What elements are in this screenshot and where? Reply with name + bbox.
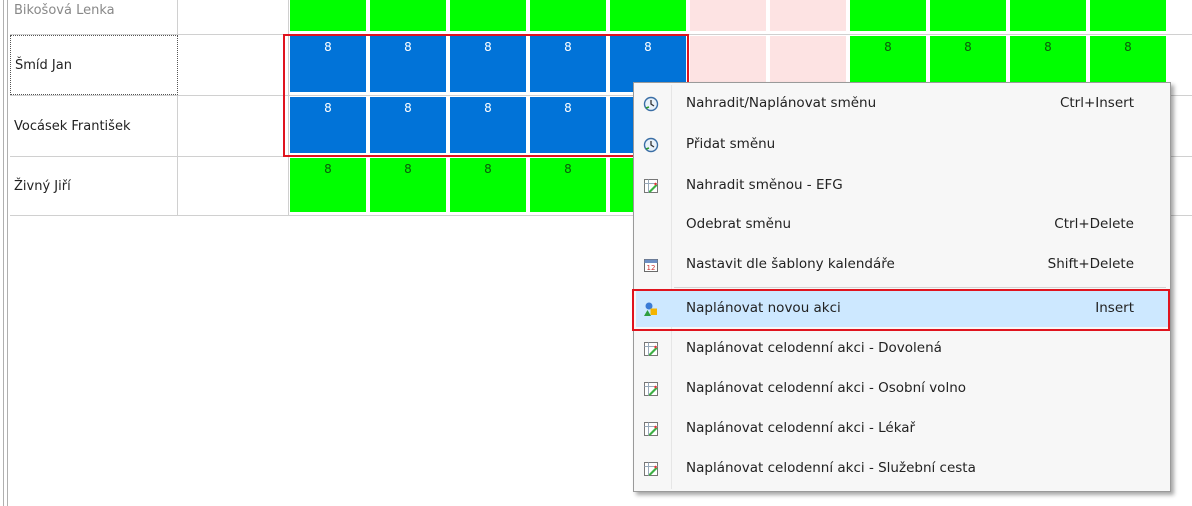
shift-cell[interactable] [610, 0, 686, 31]
edit-table-icon [642, 460, 660, 478]
clock-add-icon [642, 136, 660, 154]
shift-cell[interactable] [450, 0, 526, 31]
shift-cell[interactable] [770, 0, 846, 31]
shift-cell[interactable]: 8 [450, 97, 526, 153]
menu-item-label: Přidat směnu [686, 136, 776, 152]
shift-cell[interactable]: 8 [370, 158, 446, 212]
menu-item-schedule-new-action[interactable]: Naplánovat novou akci Insert [636, 291, 1168, 327]
menu-item-label: Naplánovat celodenní akci - Služební ces… [686, 460, 976, 476]
empty-column-cell [178, 35, 289, 95]
empty-column-cell [178, 157, 289, 215]
calendar-icon: 12 [642, 256, 660, 274]
shift-cell[interactable] [930, 0, 1006, 31]
menu-item-label: Odebrat směnu [686, 216, 792, 232]
menu-item-all-day-business-trip[interactable]: Naplánovat celodenní akci - Služební ces… [636, 451, 1168, 487]
edit-table-icon [642, 380, 660, 398]
menu-item-shortcut: Ctrl+Delete [1054, 216, 1134, 232]
menu-item-set-by-calendar-template[interactable]: 12 Nastavit dle šablony kalendáře Shift+… [636, 247, 1168, 283]
edit-table-icon [642, 177, 660, 195]
employee-name: Bikošová Lenka [10, 0, 178, 34]
empty-column-cell [178, 0, 289, 34]
shift-cell[interactable]: 8 [530, 97, 606, 153]
edit-table-icon [642, 340, 660, 358]
menu-item-replace-schedule-shift[interactable]: Nahradit/Naplánovat směnu Ctrl+Insert [636, 86, 1168, 122]
menu-item-add-shift[interactable]: Přidat směnu [636, 127, 1168, 163]
menu-item-remove-shift[interactable]: Odebrat směnu Ctrl+Delete [636, 207, 1168, 243]
svg-text:12: 12 [647, 264, 656, 272]
menu-item-label: Nastavit dle šablony kalendáře [686, 256, 895, 272]
menu-item-label: Naplánovat celodenní akci - Lékař [686, 420, 916, 436]
table-row[interactable]: Bikošová Lenka [10, 0, 1192, 35]
shift-cell[interactable]: 8 [370, 36, 446, 92]
menu-item-shortcut: Ctrl+Insert [1059, 95, 1134, 111]
shift-cell[interactable]: 8 [530, 158, 606, 212]
shift-cell[interactable]: 8 [450, 158, 526, 212]
menu-separator [674, 287, 1166, 288]
shift-cell[interactable]: 8 [290, 97, 366, 153]
shapes-icon [642, 300, 660, 318]
shift-cell[interactable]: 8 [290, 158, 366, 212]
edit-table-icon [642, 420, 660, 438]
menu-item-shortcut: Shift+Delete [1047, 256, 1134, 272]
menu-item-label: Naplánovat celodenní akci - Dovolená [686, 340, 942, 356]
empty-column-cell [178, 96, 289, 156]
shift-cell[interactable] [690, 0, 766, 31]
shift-cell[interactable]: 8 [450, 36, 526, 92]
menu-item-label: Nahradit/Naplánovat směnu [686, 95, 877, 111]
shift-cell[interactable] [290, 0, 366, 31]
menu-item-replace-with-efg[interactable]: Nahradit směnou - EFG [636, 168, 1168, 204]
shift-cell[interactable]: 8 [530, 36, 606, 92]
shift-cell[interactable]: 8 [290, 36, 366, 92]
shift-cell[interactable] [850, 0, 926, 31]
shift-cell[interactable] [1090, 0, 1166, 31]
shift-cell[interactable] [530, 0, 606, 31]
menu-item-all-day-personal-leave[interactable]: Naplánovat celodenní akci - Osobní volno [636, 371, 1168, 407]
menu-item-label: Naplánovat celodenní akci - Osobní volno [686, 380, 967, 396]
shift-cell[interactable]: 8 [370, 97, 446, 153]
employee-name: Vocásek František [10, 96, 178, 156]
menu-item-all-day-doctor[interactable]: Naplánovat celodenní akci - Lékař [636, 411, 1168, 447]
shift-cell[interactable] [1010, 0, 1086, 31]
shift-cell[interactable] [370, 0, 446, 31]
menu-item-label: Naplánovat novou akci [686, 300, 841, 316]
employee-name: Šmíd Jan [10, 35, 178, 95]
employee-name: Živný Jiří [10, 157, 178, 215]
menu-item-all-day-vacation[interactable]: Naplánovat celodenní akci - Dovolená [636, 331, 1168, 367]
menu-item-label: Nahradit směnou - EFG [686, 177, 843, 193]
context-menu: Nahradit/Naplánovat směnu Ctrl+Insert Př… [633, 82, 1171, 492]
menu-item-shortcut: Insert [1095, 300, 1134, 316]
clock-refresh-icon [642, 95, 660, 113]
